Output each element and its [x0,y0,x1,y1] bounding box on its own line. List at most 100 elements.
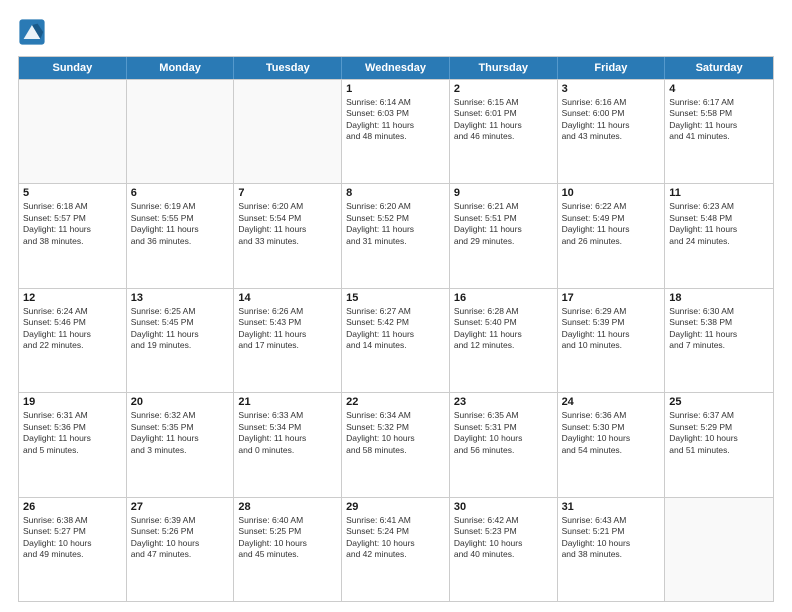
cal-cell [234,80,342,183]
logo-icon [18,18,46,46]
cal-cell: 16 Sunrise: 6:28 AM Sunset: 5:40 PM Dayli… [450,289,558,392]
day-number: 14 [238,292,337,304]
cal-cell: 8 Sunrise: 6:20 AM Sunset: 5:52 PM Daylig… [342,184,450,287]
day-number: 12 [23,292,122,304]
day-number: 21 [238,396,337,408]
cal-cell: 10 Sunrise: 6:22 AM Sunset: 5:49 PM Dayli… [558,184,666,287]
header [18,18,774,46]
day-number: 16 [454,292,553,304]
day-number: 4 [669,83,769,95]
day-info: Sunrise: 6:40 AM Sunset: 5:25 PM Dayligh… [238,515,337,561]
day-number: 3 [562,83,661,95]
header-day-friday: Friday [558,57,666,79]
header-day-tuesday: Tuesday [234,57,342,79]
day-number: 2 [454,83,553,95]
cal-row-2: 12 Sunrise: 6:24 AM Sunset: 5:46 PM Dayli… [19,288,773,392]
cal-cell: 30Sunrise: 6:42 AM Sunset: 5:23 PM Dayli… [450,498,558,601]
day-info: Sunrise: 6:22 AM Sunset: 5:49 PM Dayligh… [562,201,661,247]
day-info: Sunrise: 6:26 AM Sunset: 5:43 PM Dayligh… [238,306,337,352]
day-number: 13 [131,292,230,304]
cal-cell: 24 Sunrise: 6:36 AM Sunset: 5:30 PM Dayli… [558,393,666,496]
cal-cell: 9 Sunrise: 6:21 AM Sunset: 5:51 PM Daylig… [450,184,558,287]
day-number: 27 [131,501,230,513]
day-info: Sunrise: 6:34 AM Sunset: 5:32 PM Dayligh… [346,410,445,456]
day-info: Sunrise: 6:20 AM Sunset: 5:52 PM Dayligh… [346,201,445,247]
day-number: 6 [131,187,230,199]
header-day-monday: Monday [127,57,235,79]
cal-cell: 18 Sunrise: 6:30 AM Sunset: 5:38 PM Dayli… [665,289,773,392]
cal-row-1: 5 Sunrise: 6:18 AM Sunset: 5:57 PM Daylig… [19,183,773,287]
day-info: Sunrise: 6:38 AM Sunset: 5:27 PM Dayligh… [23,515,122,561]
day-info: Sunrise: 6:20 AM Sunset: 5:54 PM Dayligh… [238,201,337,247]
day-number: 11 [669,187,769,199]
day-number: 23 [454,396,553,408]
cal-cell: 28 Sunrise: 6:40 AM Sunset: 5:25 PM Dayli… [234,498,342,601]
cal-cell [19,80,127,183]
cal-cell: 26Sunrise: 6:38 AM Sunset: 5:27 PM Dayli… [19,498,127,601]
day-info: Sunrise: 6:24 AM Sunset: 5:46 PM Dayligh… [23,306,122,352]
day-number: 7 [238,187,337,199]
cal-cell: 12 Sunrise: 6:24 AM Sunset: 5:46 PM Dayli… [19,289,127,392]
calendar-header: SundayMondayTuesdayWednesdayThursdayFrid… [19,57,773,79]
day-info: Sunrise: 6:31 AM Sunset: 5:36 PM Dayligh… [23,410,122,456]
cal-cell: 6Sunrise: 6:19 AM Sunset: 5:55 PM Daylig… [127,184,235,287]
day-info: Sunrise: 6:41 AM Sunset: 5:24 PM Dayligh… [346,515,445,561]
day-number: 10 [562,187,661,199]
cal-cell: 2 Sunrise: 6:15 AM Sunset: 6:01 PM Daylig… [450,80,558,183]
day-number: 24 [562,396,661,408]
day-number: 29 [346,501,445,513]
day-info: Sunrise: 6:28 AM Sunset: 5:40 PM Dayligh… [454,306,553,352]
day-number: 5 [23,187,122,199]
day-info: Sunrise: 6:15 AM Sunset: 6:01 PM Dayligh… [454,97,553,143]
day-number: 20 [131,396,230,408]
cal-row-0: 1 Sunrise: 6:14 AM Sunset: 6:03 PM Daylig… [19,79,773,183]
logo [18,18,50,46]
cal-cell: 17Sunrise: 6:29 AM Sunset: 5:39 PM Dayli… [558,289,666,392]
cal-cell: 4 Sunrise: 6:17 AM Sunset: 5:58 PM Daylig… [665,80,773,183]
day-info: Sunrise: 6:30 AM Sunset: 5:38 PM Dayligh… [669,306,769,352]
day-number: 17 [562,292,661,304]
cal-cell: 31Sunrise: 6:43 AM Sunset: 5:21 PM Dayli… [558,498,666,601]
cal-cell: 14 Sunrise: 6:26 AM Sunset: 5:43 PM Dayli… [234,289,342,392]
day-number: 8 [346,187,445,199]
day-info: Sunrise: 6:32 AM Sunset: 5:35 PM Dayligh… [131,410,230,456]
cal-cell: 25Sunrise: 6:37 AM Sunset: 5:29 PM Dayli… [665,393,773,496]
cal-cell: 5 Sunrise: 6:18 AM Sunset: 5:57 PM Daylig… [19,184,127,287]
day-info: Sunrise: 6:17 AM Sunset: 5:58 PM Dayligh… [669,97,769,143]
day-info: Sunrise: 6:36 AM Sunset: 5:30 PM Dayligh… [562,410,661,456]
cal-cell: 11 Sunrise: 6:23 AM Sunset: 5:48 PM Dayli… [665,184,773,287]
day-info: Sunrise: 6:39 AM Sunset: 5:26 PM Dayligh… [131,515,230,561]
header-day-saturday: Saturday [665,57,773,79]
cal-cell: 23Sunrise: 6:35 AM Sunset: 5:31 PM Dayli… [450,393,558,496]
cal-cell: 19 Sunrise: 6:31 AM Sunset: 5:36 PM Dayli… [19,393,127,496]
day-number: 18 [669,292,769,304]
cal-cell: 20 Sunrise: 6:32 AM Sunset: 5:35 PM Dayli… [127,393,235,496]
day-number: 19 [23,396,122,408]
day-info: Sunrise: 6:21 AM Sunset: 5:51 PM Dayligh… [454,201,553,247]
day-number: 15 [346,292,445,304]
cal-cell [127,80,235,183]
cal-cell: 21Sunrise: 6:33 AM Sunset: 5:34 PM Dayli… [234,393,342,496]
day-number: 28 [238,501,337,513]
cal-cell: 7 Sunrise: 6:20 AM Sunset: 5:54 PM Daylig… [234,184,342,287]
day-info: Sunrise: 6:14 AM Sunset: 6:03 PM Dayligh… [346,97,445,143]
cal-cell [665,498,773,601]
day-number: 1 [346,83,445,95]
day-number: 25 [669,396,769,408]
header-day-thursday: Thursday [450,57,558,79]
day-number: 22 [346,396,445,408]
cal-cell: 27 Sunrise: 6:39 AM Sunset: 5:26 PM Dayli… [127,498,235,601]
cal-cell: 3 Sunrise: 6:16 AM Sunset: 6:00 PM Daylig… [558,80,666,183]
page: SundayMondayTuesdayWednesdayThursdayFrid… [0,0,792,612]
day-info: Sunrise: 6:27 AM Sunset: 5:42 PM Dayligh… [346,306,445,352]
day-info: Sunrise: 6:18 AM Sunset: 5:57 PM Dayligh… [23,201,122,247]
day-info: Sunrise: 6:16 AM Sunset: 6:00 PM Dayligh… [562,97,661,143]
cal-cell: 22 Sunrise: 6:34 AM Sunset: 5:32 PM Dayli… [342,393,450,496]
cal-cell: 13 Sunrise: 6:25 AM Sunset: 5:45 PM Dayli… [127,289,235,392]
header-day-sunday: Sunday [19,57,127,79]
header-day-wednesday: Wednesday [342,57,450,79]
calendar-body: 1 Sunrise: 6:14 AM Sunset: 6:03 PM Daylig… [19,79,773,601]
day-info: Sunrise: 6:25 AM Sunset: 5:45 PM Dayligh… [131,306,230,352]
day-number: 9 [454,187,553,199]
day-info: Sunrise: 6:23 AM Sunset: 5:48 PM Dayligh… [669,201,769,247]
